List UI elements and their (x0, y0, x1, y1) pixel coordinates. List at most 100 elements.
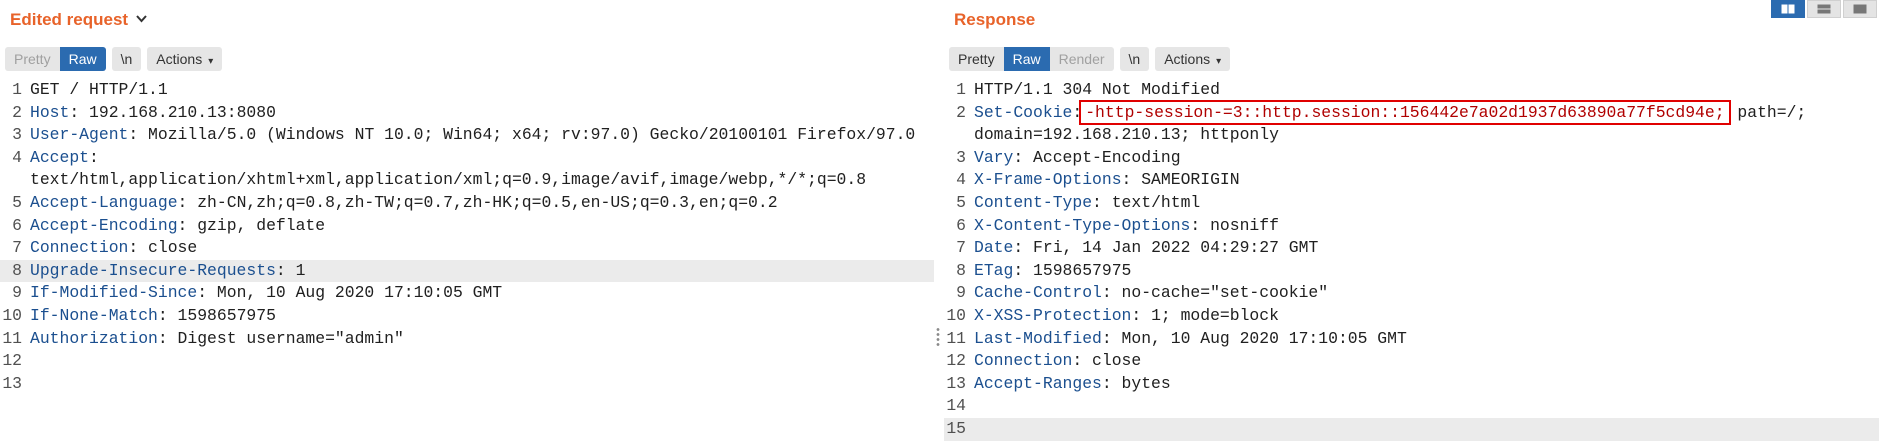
header-value: : Fri, 14 Jan 2022 04:29:27 GMT (1013, 238, 1319, 258)
line-number: 10 (946, 305, 966, 325)
request-code-line[interactable]: 5 Accept-Language: zh-CN,zh;q=0.8,zh-TW;q… (0, 192, 934, 215)
response-code-line[interactable]: 3 Vary: Accept-Encoding (944, 147, 1879, 170)
header-name: If-Modified-Since (30, 283, 198, 303)
request-pane: Edited request Pretty Raw \n Actions ▾ 1G… (0, 0, 934, 446)
request-title[interactable]: Edited request (10, 10, 147, 30)
line-content: Set-Cookie: -http-session-=3::http.sessio… (974, 99, 1807, 125)
request-title-label: Edited request (10, 10, 129, 29)
header-name: Content-Type (974, 192, 1093, 212)
line-number: 8 (12, 260, 22, 280)
line-number: 12 (2, 351, 22, 371)
header-value: : Digest username="admin" (157, 328, 404, 348)
line-number: 13 (946, 373, 966, 393)
line-content: Accept: (30, 147, 99, 170)
response-render-button[interactable]: Render (1049, 47, 1114, 71)
line-content: User-Agent: Mozilla/5.0 (Windows NT 10.0… (30, 124, 915, 147)
header-value: GET / HTTP/1.1 (30, 80, 168, 99)
line-number: 4 (956, 170, 966, 190)
chevron-down-icon[interactable] (136, 12, 147, 26)
response-code-line[interactable]: 15 (944, 417, 1879, 441)
response-code-line[interactable]: 8 ETag: 1598657975 (944, 260, 1879, 283)
line-content: Accept-Ranges: bytes (974, 373, 1171, 396)
line-number: 8 (956, 260, 966, 280)
response-code-line[interactable]: 4 X-Frame-Options: SAMEORIGIN (944, 169, 1879, 192)
response-newline-button[interactable]: \n (1119, 47, 1150, 71)
line-content: Accept-Language: zh-CN,zh;q=0.8,zh-TW;q=… (30, 192, 778, 215)
header-value: domain=192.168.210.13; httponly (974, 125, 1279, 145)
response-code-line[interactable]: 2 Set-Cookie: -http-session-=3::http.sessi… (944, 99, 1879, 125)
header-name: Set-Cookie (974, 102, 1073, 122)
request-code-line[interactable]: 4 Accept: (0, 147, 934, 170)
request-code-line[interactable]: 2 Host: 192.168.210.13:8080 (0, 102, 934, 125)
request-code-line[interactable]: text/html,application/xhtml+xml,applicat… (0, 169, 934, 192)
line-number: 9 (956, 283, 966, 303)
line-number: 10 (2, 305, 22, 325)
response-code-line[interactable]: 5 Content-Type: text/html (944, 192, 1879, 215)
drag-handle-icon[interactable] (936, 327, 940, 347)
response-code-line[interactable]: 7 Date: Fri, 14 Jan 2022 04:29:27 GMT (944, 237, 1879, 260)
view-layout-toggle (1769, 0, 1877, 18)
request-code-line[interactable]: 1 GET / HTTP/1.1 (0, 79, 934, 102)
response-code-line[interactable]: domain=192.168.210.13; httponly (944, 124, 1879, 147)
header-value: text/html,application/xhtml+xml,applicat… (30, 170, 867, 190)
line-content: domain=192.168.210.13; httponly (974, 124, 1279, 147)
header-value: : Mozilla/5.0 (Windows NT 10.0; Win64; x… (128, 125, 916, 145)
line-number: 1 (12, 80, 22, 99)
response-code-line[interactable]: 9 Cache-Control: no-cache="set-cookie" (944, 282, 1879, 305)
request-code-line[interactable]: 8 Upgrade-Insecure-Requests: 1 (0, 259, 934, 283)
response-editor[interactable]: 1 HTTP/1.1 304 Not Modified 2 Set-Cookie: -h… (944, 79, 1879, 441)
request-raw-button[interactable]: Raw (59, 47, 106, 71)
request-code-line[interactable]: 13 (0, 373, 934, 396)
header-name: Authorization (30, 328, 158, 348)
response-code-line[interactable]: 11 Last-Modified: Mon, 10 Aug 2020 17:10:… (944, 328, 1879, 351)
line-content: ETag: 1598657975 (974, 260, 1131, 283)
line-content: Vary: Accept-Encoding (974, 147, 1181, 170)
split-rows-icon[interactable] (1807, 0, 1841, 18)
line-number: 2 (956, 102, 966, 122)
line-number: 6 (12, 215, 22, 235)
header-name: Accept (30, 147, 90, 167)
header-name: Connection (974, 351, 1073, 371)
line-number: 11 (2, 328, 22, 348)
response-code-line[interactable]: 14 (944, 395, 1879, 418)
request-code-line[interactable]: 3 User-Agent: Mozilla/5.0 (Windows NT 10.… (0, 124, 934, 147)
header-name: X-Frame-Options (974, 170, 1122, 190)
response-code-line[interactable]: 10 X-XSS-Protection: 1; mode=block (944, 305, 1879, 328)
single-pane-icon[interactable] (1843, 0, 1877, 18)
request-code-line[interactable]: 12 (0, 350, 934, 373)
request-code-line[interactable]: 6 Accept-Encoding: gzip, deflate (0, 215, 934, 238)
header-value: : 1 (275, 260, 306, 280)
line-content: HTTP/1.1 304 Not Modified (974, 79, 1220, 102)
response-code-line[interactable]: 13 Accept-Ranges: bytes (944, 373, 1879, 396)
response-code-line[interactable]: 12 Connection: close (944, 350, 1879, 373)
request-actions-button[interactable]: Actions ▾ (147, 47, 223, 71)
response-actions-button[interactable]: Actions ▾ (1155, 47, 1231, 71)
response-actions-label: Actions (1164, 51, 1211, 67)
response-toolbar: Pretty Raw Render \n Actions ▾ (949, 47, 1231, 71)
request-code-line[interactable]: 10 If-None-Match: 1598657975 (0, 305, 934, 328)
header-value: : 1598657975 (1013, 260, 1132, 280)
header-name: X-Content-Type-Options (974, 215, 1191, 235)
request-code-line[interactable]: 11 Authorization: Digest username="admin" (0, 328, 934, 351)
response-code-line[interactable]: 1 HTTP/1.1 304 Not Modified (944, 79, 1879, 102)
request-pretty-button[interactable]: Pretty (5, 47, 60, 71)
header-value: : nosniff (1190, 215, 1279, 235)
header-name: Accept-Language (30, 192, 178, 212)
line-content: Connection: close (974, 350, 1141, 373)
response-raw-button[interactable]: Raw (1003, 47, 1050, 71)
response-code-line[interactable]: 6 X-Content-Type-Options: nosniff (944, 215, 1879, 238)
header-value-tail: path=/; (1727, 102, 1807, 122)
request-newline-button[interactable]: \n (111, 47, 142, 71)
request-editor[interactable]: 1 GET / HTTP/1.1 2 Host: 192.168.210.13:808… (0, 79, 934, 395)
pane-divider[interactable] (934, 0, 944, 446)
split-columns-icon[interactable] (1771, 0, 1805, 18)
header-name: Host (30, 102, 70, 122)
response-pretty-button[interactable]: Pretty (949, 47, 1004, 71)
request-code-line[interactable]: 9 If-Modified-Since: Mon, 10 Aug 2020 17:… (0, 282, 934, 305)
header-value: : gzip, deflate (177, 215, 326, 235)
request-code-line[interactable]: 7 Connection: close (0, 237, 934, 260)
header-name: Accept-Encoding (30, 215, 178, 235)
line-number: 5 (956, 192, 966, 212)
header-value: : close (1072, 351, 1142, 371)
line-content: If-Modified-Since: Mon, 10 Aug 2020 17:1… (30, 282, 502, 305)
